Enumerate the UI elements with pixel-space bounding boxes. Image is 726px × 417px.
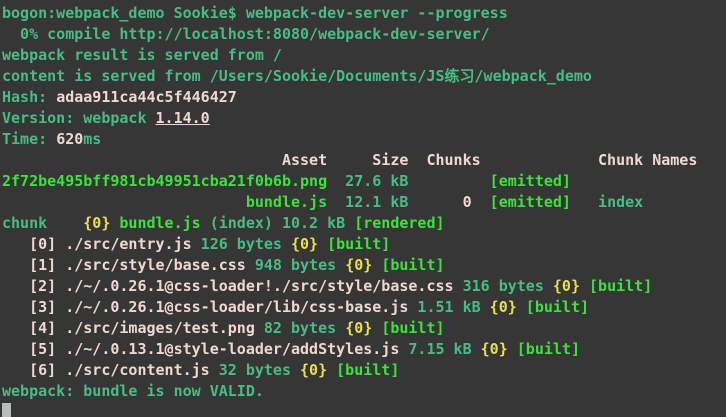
module-path: [5] ./~/.0.13.1@style-loader/addStyles.j… xyxy=(2,340,399,358)
terminal-text: webpack result is served from / xyxy=(2,46,282,64)
terminal-cursor xyxy=(2,403,11,417)
chunk-name: index xyxy=(571,193,643,211)
asset-size: 27.6 kB xyxy=(327,172,490,190)
result-served-line: webpack result is served from / xyxy=(2,45,726,66)
emitted-tag: [emitted] xyxy=(490,193,571,211)
hash-value: adaa911ca44c5f446427 xyxy=(56,88,237,106)
built-tag: [built] xyxy=(526,298,589,316)
built-tag: [built] xyxy=(327,235,390,253)
chunk-marker: {0} xyxy=(83,214,110,232)
terminal-text: ms xyxy=(83,130,101,148)
module-row-4: [4] ./src/images/test.png 82 bytes {0} [… xyxy=(2,318,726,339)
version-line: Version: webpack 1.14.0 xyxy=(2,108,726,129)
module-path: [1] ./src/style/base.css xyxy=(2,256,246,274)
terminal-text: bundle.js xyxy=(119,214,200,232)
module-size: 7.15 kB xyxy=(399,340,480,358)
content-served-line: content is served from /Users/Sookie/Doc… xyxy=(2,66,726,87)
shell-prompt-command: bogon:webpack_demo Sookie$ webpack-dev-s… xyxy=(2,3,726,24)
module-size: 32 bytes xyxy=(210,361,300,379)
module-size: 82 bytes xyxy=(255,319,345,337)
module-path: [4] ./src/images/test.png xyxy=(2,319,255,337)
module-size: 1.51 kB xyxy=(408,298,489,316)
module-row-3: [3] ./~/.0.26.1@css-loader/lib/css-base.… xyxy=(2,297,726,318)
terminal-text: (index) 10.2 kB xyxy=(201,214,355,232)
module-row-6: [6] ./src/content.js 32 bytes {0} [built… xyxy=(2,360,726,381)
built-tag: [built] xyxy=(517,340,580,358)
chunk-marker: {0} xyxy=(291,235,318,253)
chunk-marker: {0} xyxy=(490,298,517,316)
chunk-marker: {0} xyxy=(345,319,372,337)
terminal-cursor-line xyxy=(2,402,726,417)
terminal-output[interactable]: bogon:webpack_demo Sookie$ webpack-dev-s… xyxy=(0,0,726,417)
terminal-text xyxy=(318,235,327,253)
asset-name: bundle.js xyxy=(2,193,327,211)
terminal-text: Version: webpack xyxy=(2,109,156,127)
built-tag: [built] xyxy=(589,277,652,295)
chunk-marker: {0} xyxy=(481,340,508,358)
module-size: 948 bytes xyxy=(246,256,345,274)
chunk-line: chunk {0} bundle.js (index) 10.2 kB [ren… xyxy=(2,213,726,234)
webpack-version: 1.14.0 xyxy=(156,109,210,127)
status-line: webpack: bundle is now VALID. xyxy=(2,381,726,402)
terminal-text: bogon:webpack_demo Sookie$ webpack-dev-s… xyxy=(2,4,508,22)
terminal-text xyxy=(517,298,526,316)
terminal-text: 0% compile http://localhost:8080/webpack… xyxy=(2,25,490,43)
terminal-text xyxy=(580,277,589,295)
asset-row-bundle: bundle.js 12.1 kB 0 [emitted] index xyxy=(2,192,726,213)
chunk-marker: {0} xyxy=(345,256,372,274)
module-path: [3] ./~/.0.26.1@css-loader/lib/css-base.… xyxy=(2,298,408,316)
terminal-text: Hash: xyxy=(2,88,56,106)
chunk-marker: {0} xyxy=(300,361,327,379)
build-time: 620 xyxy=(56,130,83,148)
terminal-text: Asset Size Chunks Chunk Names xyxy=(2,151,697,169)
terminal-text xyxy=(327,361,336,379)
terminal-text xyxy=(372,256,381,274)
module-path: [2] ./~/.0.26.1@css-loader!./src/style/b… xyxy=(2,277,454,295)
module-path: [0] ./src/entry.js xyxy=(2,235,192,253)
module-row-2: [2] ./~/.0.26.1@css-loader!./src/style/b… xyxy=(2,276,726,297)
module-size: 316 bytes xyxy=(454,277,553,295)
module-row-5: [5] ./~/.0.13.1@style-loader/addStyles.j… xyxy=(2,339,726,360)
terminal-text: chunk xyxy=(2,214,83,232)
terminal-text xyxy=(472,193,490,211)
terminal-text: Time: xyxy=(2,130,56,148)
rendered-tag: [rendered] xyxy=(354,214,444,232)
chunk-id: 0 xyxy=(463,193,472,211)
asset-name: 2f72be495bff981cb49951cba21f0b6b.png xyxy=(2,172,327,190)
assets-table-header: Asset Size Chunks Chunk Names xyxy=(2,150,726,171)
built-tag: [built] xyxy=(381,319,444,337)
module-row-0: [0] ./src/entry.js 126 bytes {0} [built] xyxy=(2,234,726,255)
asset-size: 12.1 kB xyxy=(327,193,462,211)
terminal-text: content is served from /Users/Sookie/Doc… xyxy=(2,67,592,85)
built-tag: [built] xyxy=(381,256,444,274)
chunk-marker: {0} xyxy=(553,277,580,295)
terminal-text xyxy=(372,319,381,337)
module-size: 126 bytes xyxy=(192,235,291,253)
bundle-status: webpack: bundle is now VALID. xyxy=(2,382,264,400)
module-path: [6] ./src/content.js xyxy=(2,361,210,379)
asset-row-png: 2f72be495bff981cb49951cba21f0b6b.png 27.… xyxy=(2,171,726,192)
built-tag: [built] xyxy=(336,361,399,379)
time-line: Time: 620ms xyxy=(2,129,726,150)
module-row-1: [1] ./src/style/base.css 948 bytes {0} [… xyxy=(2,255,726,276)
emitted-tag: [emitted] xyxy=(490,172,571,190)
terminal-text xyxy=(508,340,517,358)
progress-line: 0% compile http://localhost:8080/webpack… xyxy=(2,24,726,45)
hash-line: Hash: adaa911ca44c5f446427 xyxy=(2,87,726,108)
